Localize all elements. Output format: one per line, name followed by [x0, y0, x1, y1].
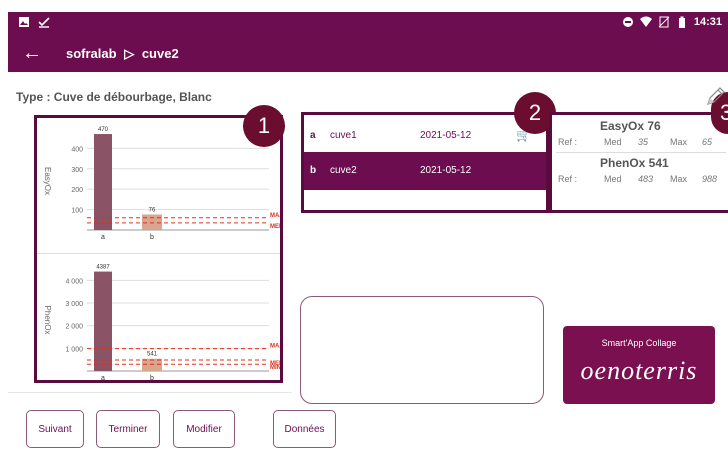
stat-med-value: 35 — [638, 137, 649, 147]
stat-max-value: 65 — [702, 137, 713, 147]
no-sim-icon — [658, 16, 670, 28]
stat-max-label: Max — [670, 174, 688, 184]
stat-max-value: 988 — [702, 174, 718, 184]
app-screen: 14:31 ← sofralab ▷ cuve2 Type : Cuve de … — [0, 0, 728, 461]
ref-label: MAX — [270, 344, 280, 350]
bar — [142, 214, 162, 230]
finish-button[interactable]: Terminer — [96, 410, 160, 448]
y-tick-label: 1 000 — [65, 346, 83, 353]
bar — [142, 358, 162, 371]
stat-easyox: EasyOx 76 Ref : Med 35 Max 65 — [556, 117, 728, 155]
divider — [556, 152, 726, 153]
stat-title: PhenOx 541 — [600, 156, 669, 170]
breadcrumb-item: cuve2 — [141, 46, 179, 61]
divider — [8, 392, 292, 393]
y-axis-label: PhenOx — [43, 306, 52, 335]
x-tick-label: a — [101, 234, 105, 241]
data-label: 470 — [98, 127, 109, 133]
do-not-disturb-icon — [622, 17, 633, 27]
breadcrumb: sofralab ▷ cuve2 — [66, 46, 183, 62]
stats-panel: EasyOx 76 Ref : Med 35 Max 65 PhenOx 541… — [549, 112, 728, 213]
y-tick-label: 100 — [71, 208, 83, 215]
ref-label: MAX — [270, 213, 280, 219]
breadcrumb-item[interactable]: sofralab — [66, 46, 117, 61]
row-date: 2021-05-12 — [420, 130, 472, 141]
checkmark-icon — [38, 17, 50, 28]
easyox-chart: 400 300 200 100 EasyOx 470 a 76 b MAX MED — [43, 127, 280, 241]
x-tick-label: a — [101, 375, 105, 380]
notes-box[interactable] — [300, 296, 544, 404]
pencil-icon[interactable] — [704, 86, 726, 108]
row-index: b — [310, 165, 317, 176]
bar — [94, 134, 112, 230]
stat-ref: Ref : — [558, 174, 578, 184]
data-button[interactable]: Données — [273, 410, 336, 448]
ref-label: MED — [270, 224, 280, 230]
list-item[interactable]: a cuve1 2021-05-12 🛒 — [304, 117, 546, 155]
y-tick-label: 2 000 — [65, 324, 83, 331]
data-label: 541 — [147, 352, 158, 358]
image-icon — [19, 17, 29, 27]
stat-phenox: PhenOx 541 Ref : Med 483 Max 988 — [556, 154, 728, 192]
stat-title: EasyOx 76 — [600, 119, 661, 133]
stat-med-label: Med — [604, 137, 622, 147]
phenox-chart: 4 0003 0002 0001 000PhenOx4387a541bMAXME… — [43, 265, 280, 380]
y-tick-label: 3 000 — [65, 301, 83, 308]
stat-max-label: Max — [670, 137, 688, 147]
next-button[interactable]: Suivant — [26, 410, 84, 448]
y-tick-label: 4 000 — [65, 278, 83, 285]
bar — [94, 271, 112, 371]
y-tick-label: 200 — [71, 187, 83, 194]
x-tick-label: b — [150, 234, 154, 241]
step-badge: 1 — [243, 105, 285, 147]
divider — [37, 253, 280, 254]
breadcrumb-separator: ▷ — [124, 46, 135, 61]
tank-list: a cuve1 2021-05-12 🛒 b cuve2 2021-05-12 — [301, 112, 549, 213]
data-label: 76 — [149, 207, 156, 213]
row-index: a — [310, 130, 316, 141]
stat-ref: Ref : — [558, 137, 578, 147]
row-name: cuve1 — [330, 130, 357, 141]
logo-brand: oenoterris — [580, 356, 698, 385]
row-date: 2021-05-12 — [420, 165, 472, 176]
y-tick-label: 400 — [71, 146, 83, 153]
wifi-icon — [639, 16, 652, 27]
page-title: Type : Cuve de débourbage, Blanc — [16, 90, 212, 104]
oenoterris-logo: Smart'App Collage oenoterris — [563, 326, 715, 404]
status-bar: 14:31 — [8, 12, 728, 36]
arrow-left-icon[interactable]: ← — [22, 42, 42, 64]
row-name: cuve2 — [330, 165, 357, 176]
edit-button[interactable]: Modifier — [173, 410, 235, 448]
data-label: 4387 — [96, 265, 110, 271]
stat-med-value: 483 — [638, 174, 654, 184]
app-bar: ← sofralab ▷ cuve2 — [8, 36, 728, 72]
y-tick-label: 300 — [71, 167, 83, 174]
status-time: 14:31 — [693, 16, 722, 28]
list-item-selected[interactable]: b cuve2 2021-05-12 — [304, 152, 546, 190]
chart-panel: 400 300 200 100 EasyOx 470 a 76 b MAX MED 4 000 3 0… — [34, 115, 283, 383]
logo-tagline: Smart'App Collage — [601, 338, 677, 348]
x-tick-label: b — [150, 375, 154, 380]
ref-label: MIN — [270, 365, 280, 371]
battery-icon — [678, 16, 685, 28]
y-axis-label: EasyOx — [43, 167, 52, 195]
stat-med-label: Med — [604, 174, 622, 184]
